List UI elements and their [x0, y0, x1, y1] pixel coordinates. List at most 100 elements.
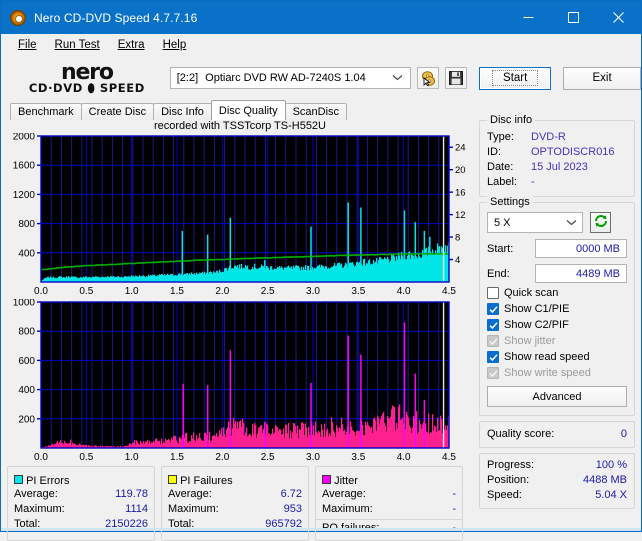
svg-text:800: 800 — [18, 219, 35, 230]
pi-failures-average-value: 6.72 — [280, 488, 302, 500]
jitter-average-label: Average: — [322, 488, 366, 500]
refresh-icon — [594, 214, 608, 231]
disc-info-legend: Disc info — [487, 114, 536, 126]
pi-failures-maximum-value: 953 — [283, 503, 302, 515]
svg-text:800: 800 — [18, 327, 35, 338]
menu-file[interactable]: File — [9, 36, 46, 54]
checkbox-show-write-speed-box — [487, 367, 499, 379]
svg-text:3.0: 3.0 — [306, 286, 320, 297]
tab-disc-quality[interactable]: Disc Quality — [210, 100, 286, 120]
disc-type-row: Type: DVD-R — [487, 130, 627, 145]
disc-id-label: ID: — [487, 146, 502, 158]
pi-errors-average-value: 119.78 — [115, 488, 148, 500]
start-button-label: Start — [492, 70, 539, 86]
progress-box: Progress: 100 % Position: 4488 MB Speed:… — [479, 453, 635, 509]
svg-text:400: 400 — [18, 248, 35, 259]
checkbox-quick-scan-box — [487, 287, 499, 299]
menu-help-label: Help — [162, 39, 187, 51]
tab-benchmark[interactable]: Benchmark — [10, 103, 82, 120]
disc-id-value: OPTODISCR016 — [531, 146, 615, 158]
checkbox-show-c1-pie-label: Show C1/PIE — [504, 303, 570, 315]
disc-cursor-icon[interactable] — [417, 67, 440, 89]
menu-run-test[interactable]: Run Test — [46, 36, 109, 54]
exit-button-label: Exit — [592, 72, 612, 84]
logo-nero-text: nero — [60, 60, 114, 85]
chart-title: recorded with TSSTcorp TS-H552U — [154, 120, 326, 132]
advanced-button-label: Advanced — [532, 390, 582, 403]
svg-text:0.0: 0.0 — [34, 286, 48, 297]
svg-text:1.5: 1.5 — [170, 452, 184, 463]
svg-text:0.5: 0.5 — [79, 452, 93, 463]
disc-type-label: Type: — [487, 131, 514, 143]
pi-errors-maximum-label: Maximum: — [14, 503, 65, 515]
jitter-maximum-value: - — [452, 503, 456, 515]
maximize-icon[interactable] — [551, 1, 596, 34]
jitter-color-swatch — [322, 475, 331, 484]
svg-text:4.0: 4.0 — [397, 286, 411, 297]
disc-date-value: 15 Jul 2023 — [531, 161, 588, 173]
pi-errors-legend-label: PI Errors — [26, 475, 70, 487]
checkbox-show-c1-pie[interactable]: Show C1/PIE — [487, 303, 627, 315]
minimize-icon[interactable] — [506, 1, 551, 34]
tab-create-disc[interactable]: Create Disc — [80, 103, 155, 120]
svg-text:8: 8 — [455, 233, 460, 244]
nero-logo: nero CD·DVD ⬮ SPEED — [11, 60, 163, 95]
start-button[interactable]: Start — [479, 66, 552, 90]
pi-failures-average-label: Average: — [168, 488, 212, 500]
quality-score-row: Quality score: 0 — [487, 427, 627, 442]
disc-id-row: ID: OPTODISCR016 — [487, 145, 627, 160]
checkbox-show-jitter: Show jitter — [487, 335, 627, 347]
jitter-maximum-label: Maximum: — [322, 503, 373, 515]
disc-type-value: DVD-R — [531, 131, 566, 143]
checkbox-show-read-speed[interactable]: Show read speed — [487, 351, 627, 363]
pif-graph: 200 400 600 800 1000 0.0 0.5 1.0 1.5 2.0 2.5 3.0 3.5… — [7, 299, 473, 463]
jitter-average-row: Average: - — [322, 487, 456, 502]
logo-subtitle-text: CD·DVD ⬮ SPEED — [28, 81, 145, 95]
end-field-label: End: — [487, 267, 510, 280]
menu-file-label: File — [18, 39, 37, 51]
svg-text:2.5: 2.5 — [261, 286, 275, 297]
checkbox-show-c2-pif[interactable]: Show C2/PIF — [487, 319, 627, 331]
floppy-save-icon[interactable] — [445, 67, 468, 89]
end-field-value: 4489 MB — [575, 267, 620, 280]
cd-disc-icon — [10, 9, 26, 26]
start-field[interactable]: 0000 MB — [535, 239, 627, 258]
settings-legend: Settings — [487, 196, 533, 208]
speed-label: Speed: — [487, 489, 522, 501]
svg-text:1.0: 1.0 — [125, 286, 139, 297]
tab-benchmark-label: Benchmark — [18, 106, 74, 118]
menu-help[interactable]: Help — [154, 36, 196, 54]
pi-failures-legend-label: PI Failures — [180, 475, 233, 487]
svg-text:24: 24 — [455, 143, 466, 154]
disc-info-group: Disc info Type: DVD-R ID: OPTODISCR016 D… — [479, 114, 635, 197]
menu-extra[interactable]: Extra — [109, 36, 154, 54]
drive-select[interactable]: [2:2] Optiarc DVD RW AD-7240S 1.04 — [169, 67, 412, 89]
end-field-row: End: 4489 MB — [487, 264, 627, 283]
checkbox-quick-scan[interactable]: Quick scan — [487, 287, 627, 299]
window-controls — [506, 1, 641, 34]
graphs-column: recorded with TSSTcorp TS-H552U 4 8 12 16 20… — [7, 120, 473, 541]
advanced-button[interactable]: Advanced — [487, 386, 627, 407]
disc-label-value: - — [531, 176, 535, 188]
pi-errors-maximum-value: 1114 — [125, 503, 148, 515]
drive-name: Optiarc DVD RW AD-7240S 1.04 — [205, 72, 366, 84]
close-icon[interactable] — [596, 1, 641, 34]
tab-scandisc-label: ScanDisc — [292, 106, 340, 118]
tab-disc-info[interactable]: Disc Info — [153, 103, 212, 120]
checkbox-show-c2-pif-box — [487, 319, 499, 331]
start-field-row: Start: 0000 MB — [487, 239, 627, 258]
pie-graph: 4 8 12 16 20 24 400 800 1200 1600 2000 0.0 0.5 1.0 1.5… — [7, 133, 473, 297]
start-field-label: Start: — [487, 242, 514, 255]
pi-errors-average-label: Average: — [14, 488, 58, 500]
position-value: 4488 MB — [582, 474, 627, 486]
settings-group: Settings 5 X Start: 0000 MB End: 4489 MB… — [479, 196, 635, 416]
svg-text:2.0: 2.0 — [215, 452, 229, 463]
tab-scandisc[interactable]: ScanDisc — [284, 103, 348, 120]
speed-select[interactable]: 5 X — [487, 212, 583, 233]
end-field[interactable]: 4489 MB — [535, 264, 627, 283]
progress-value: 100 % — [595, 459, 627, 471]
refresh-button[interactable] — [590, 212, 611, 233]
svg-text:4.5: 4.5 — [442, 452, 456, 463]
exit-button[interactable]: Exit — [563, 66, 641, 90]
pi-errors-legend: PI Errors — [14, 475, 148, 487]
